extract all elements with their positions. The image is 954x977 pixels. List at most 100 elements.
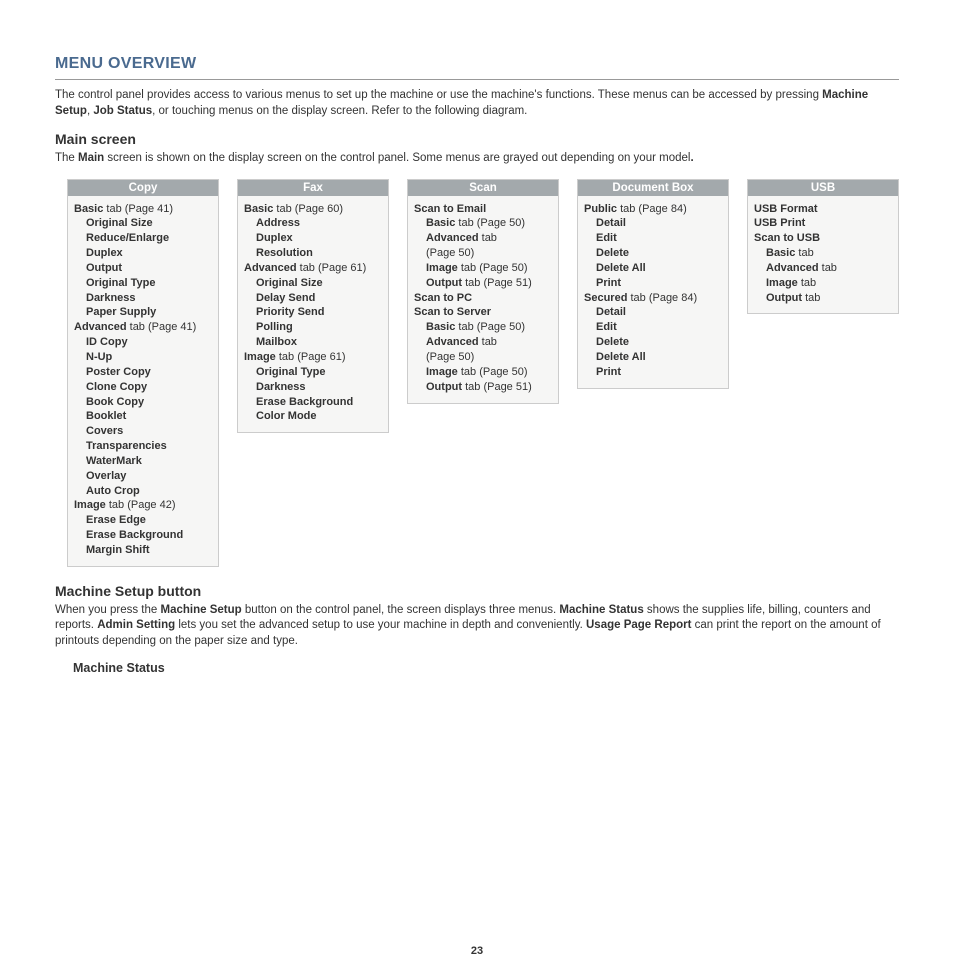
menu-item-bold: Delete (596, 336, 629, 348)
menu-item: Advanced tab (414, 335, 552, 350)
menu-item-bold: Delete All (596, 262, 646, 274)
menu-item: Auto Crop (74, 484, 212, 499)
ms-text: lets you set the advanced setup to use y… (175, 619, 586, 631)
menu-item: Edit (584, 320, 722, 335)
menu-item-bold: Public (584, 203, 617, 215)
menu-item-bold: Overlay (86, 470, 126, 482)
menu-item: Original Size (74, 216, 212, 231)
column-header-docbox: Document Box (578, 180, 728, 196)
menu-item-bold: Detail (596, 217, 626, 229)
menu-item-bold: Advanced (426, 232, 479, 244)
menu-item: Basic tab (754, 246, 892, 261)
menu-item-bold: Advanced (766, 262, 819, 274)
menu-item-bold: Print (596, 277, 621, 289)
menu-item-bold: Book Copy (86, 396, 144, 408)
menu-item-rest: tab (802, 292, 820, 304)
menu-item-rest: tab (Page 50) (455, 321, 525, 333)
ms-bold-1: Machine Setup (160, 604, 241, 616)
menu-item-bold: Delete (596, 247, 629, 259)
main-screen-heading: Main screen (55, 131, 899, 147)
menu-item-rest: tab (819, 262, 837, 274)
menu-item: Image tab (Page 61) (244, 350, 382, 365)
menu-item-rest: tab (Page 51) (462, 381, 532, 393)
intro-text: , or touching menus on the display scree… (152, 105, 527, 117)
menu-item-bold: Output (766, 292, 802, 304)
column-header-usb: USB (748, 180, 898, 196)
menu-item: Original Type (244, 365, 382, 380)
menu-item-bold: Erase Background (86, 529, 183, 541)
menu-item-bold: Mailbox (256, 336, 297, 348)
menu-item-bold: Margin Shift (86, 544, 150, 556)
menu-item-rest: tab (Page 50) (458, 262, 528, 274)
menu-item-rest: tab (Page 50) (455, 217, 525, 229)
menu-item: Print (584, 276, 722, 291)
menu-item-bold: Color Mode (256, 410, 317, 422)
menu-item-bold: Duplex (256, 232, 293, 244)
menu-item-bold: Priority Send (256, 306, 324, 318)
menu-item: Output tab (754, 291, 892, 306)
menu-item: Duplex (244, 231, 382, 246)
menu-item: Advanced tab (Page 61) (244, 261, 382, 276)
menu-item: Darkness (74, 291, 212, 306)
column-body-usb: USB FormatUSB PrintScan to USBBasic tabA… (748, 196, 898, 314)
menu-item-bold: Edit (596, 321, 617, 333)
menu-item-bold: Scan to USB (754, 232, 820, 244)
menu-item: Image tab (Page 50) (414, 261, 552, 276)
menu-item-bold: ID Copy (86, 336, 128, 348)
menu-item-bold: Basic (426, 217, 455, 229)
menu-item: Erase Background (74, 528, 212, 543)
menu-item: Booklet (74, 409, 212, 424)
menu-item-bold: Scan to Server (414, 306, 491, 318)
menu-item: Delete (584, 246, 722, 261)
desc-text: The (55, 152, 78, 164)
menu-item-bold: Original Size (256, 277, 323, 289)
menu-item: WaterMark (74, 454, 212, 469)
column-body-fax: Basic tab (Page 60)AddressDuplexResoluti… (238, 196, 388, 433)
menu-item-rest: (Page 50) (426, 247, 474, 259)
page-number: 23 (55, 945, 899, 957)
menu-item-bold: Advanced (426, 336, 479, 348)
menu-columns: Copy Basic tab (Page 41)Original SizeRed… (67, 179, 899, 567)
ms-bold-4: Usage Page Report (586, 619, 691, 631)
menu-item-rest: tab (Page 50) (458, 366, 528, 378)
menu-item: Duplex (74, 246, 212, 261)
menu-item: Erase Background (244, 395, 382, 410)
menu-item-rest: tab (Page 61) (297, 262, 367, 274)
menu-item: Polling (244, 320, 382, 335)
menu-item-bold: Delete All (596, 351, 646, 363)
menu-item: Basic tab (Page 50) (414, 320, 552, 335)
main-screen-desc: The Main screen is shown on the display … (55, 151, 899, 167)
menu-item-rest: tab (Page 84) (617, 203, 687, 215)
menu-item: Print (584, 365, 722, 380)
menu-item-bold: WaterMark (86, 455, 142, 467)
menu-item-bold: Original Size (86, 217, 153, 229)
menu-item-bold: Basic (426, 321, 455, 333)
menu-item: Original Type (74, 276, 212, 291)
menu-item-rest: tab (Page 42) (106, 499, 176, 511)
menu-item-bold: Basic (74, 203, 103, 215)
menu-item: Image tab (754, 276, 892, 291)
menu-item-bold: Print (596, 366, 621, 378)
menu-item: Advanced tab (Page 41) (74, 320, 212, 335)
intro-paragraph: The control panel provides access to var… (55, 88, 899, 119)
menu-item: Scan to Email (414, 202, 552, 217)
menu-item-bold: Output (86, 262, 122, 274)
menu-item-bold: Detail (596, 306, 626, 318)
menu-item-bold: Address (256, 217, 300, 229)
menu-item-bold: Original Type (86, 277, 155, 289)
menu-item-rest: tab (798, 277, 816, 289)
menu-item: Advanced tab (754, 261, 892, 276)
menu-item-bold: Paper Supply (86, 306, 156, 318)
menu-item-bold: Transparencies (86, 440, 167, 452)
menu-item-bold: Darkness (256, 381, 306, 393)
menu-item: Priority Send (244, 305, 382, 320)
machine-status-heading: Machine Status (73, 661, 899, 675)
menu-item-bold: USB Format (754, 203, 818, 215)
menu-item-rest: tab (Page 41) (103, 203, 173, 215)
menu-item: Scan to Server (414, 305, 552, 320)
menu-item-bold: Clone Copy (86, 381, 147, 393)
menu-item: Transparencies (74, 439, 212, 454)
menu-item: ID Copy (74, 335, 212, 350)
menu-item-bold: Scan to PC (414, 292, 472, 304)
menu-item-bold: Advanced (244, 262, 297, 274)
